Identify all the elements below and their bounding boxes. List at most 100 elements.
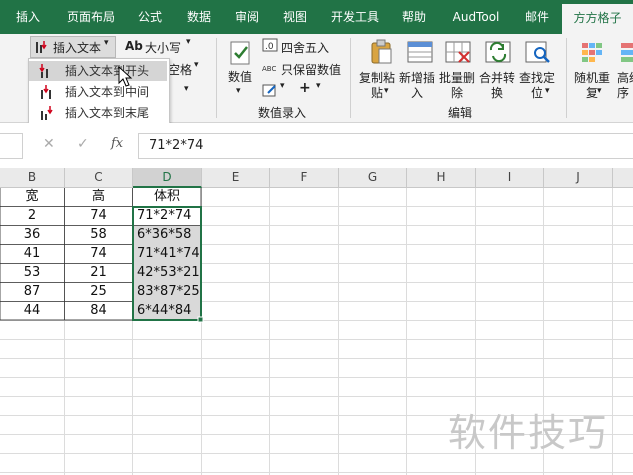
cell-c-header[interactable]: 高 (65, 187, 132, 206)
watermark-text: 软件技巧 (448, 411, 609, 455)
tab-mail[interactable]: 邮件 (514, 0, 560, 34)
numeric-icon (230, 41, 250, 65)
random-repeat-button[interactable]: 随机重 复 (574, 71, 610, 101)
round-button[interactable]: 四舍五入 (281, 39, 329, 56)
chevron-down-icon: ▾ (316, 81, 321, 91)
table-cell[interactable]: 6*36*58 (133, 225, 201, 244)
ribbon-tab-bar: 插入 页面布局 公式 数据 审阅 视图 开发工具 帮助 AudTool 邮件 方… (0, 0, 633, 34)
name-box[interactable] (0, 133, 23, 159)
batch-delete-label-line2: 除 (451, 86, 464, 100)
table-cell[interactable]: 53 (0, 263, 64, 282)
formula-content: 71*2*74 (149, 138, 204, 153)
mouse-cursor-icon (118, 66, 133, 87)
tab-insert[interactable]: 插入 (0, 0, 56, 34)
merge-convert-icon (485, 41, 511, 63)
copy-paste-label-line1: 复制粘 (359, 71, 396, 85)
table-cell[interactable]: 71*41*74 (133, 244, 201, 263)
tab-audtool[interactable]: AudTool (438, 0, 514, 34)
insert-text-button[interactable]: 插入文本 ▾ (30, 36, 116, 58)
formula-input[interactable]: 71*2*74 (138, 133, 633, 159)
chevron-down-icon: ▾ (104, 38, 109, 48)
insert-text-icon (36, 41, 47, 53)
menu-item-insert-start[interactable]: 插入文本到开头 (29, 61, 167, 81)
table-cell[interactable]: 41 (0, 244, 64, 263)
batch-delete-icon (445, 41, 471, 63)
add-insert-button[interactable]: 新增插 入 (399, 71, 435, 101)
value-entry-group-label: 数值录入 (258, 106, 307, 120)
table-cell[interactable]: 74 (65, 206, 132, 225)
group-separator (566, 38, 567, 118)
insert-start-icon (39, 64, 48, 78)
tab-review[interactable]: 审阅 (224, 0, 270, 34)
menu-item-label: 插入文本到中间 (65, 85, 150, 99)
chevron-down-icon: ▾ (384, 86, 389, 96)
tab-data[interactable]: 数据 (174, 0, 224, 34)
chevron-down-icon: ▾ (597, 86, 602, 96)
menu-item-insert-middle[interactable]: 插入文本到中间 (29, 82, 167, 102)
add-insert-label-line1: 新增插 (399, 71, 436, 85)
table-cell[interactable]: 36 (0, 225, 64, 244)
abc-icon: ABC (262, 65, 276, 73)
tab-help[interactable]: 帮助 (390, 0, 438, 34)
column-header-b[interactable]: B (0, 168, 65, 188)
table-cell[interactable]: 21 (65, 263, 132, 282)
column-header-e[interactable]: E (202, 168, 270, 188)
cancel-icon[interactable]: ✕ (43, 136, 55, 152)
copy-paste-button[interactable]: 复制粘 贴 (359, 71, 395, 101)
svg-text:ABC: ABC (262, 65, 276, 73)
menu-item-insert-end[interactable]: 插入文本到末尾 (29, 103, 167, 123)
numeric-button[interactable]: 数值 (228, 70, 252, 85)
cell-b-header[interactable]: 宽 (0, 187, 64, 206)
merge-convert-button[interactable]: 合并转 换 (479, 71, 515, 101)
tab-fangfang[interactable]: 方方格子 (562, 4, 633, 34)
chevron-down-icon: ▾ (184, 84, 189, 94)
formula-bar: ✕ ✓ fx 71*2*74 (0, 123, 633, 167)
column-header-k[interactable] (613, 168, 633, 188)
group-separator (350, 38, 351, 118)
tab-page-layout[interactable]: 页面布局 (56, 0, 126, 34)
table-cell[interactable]: 25 (65, 282, 132, 301)
round-icon: .0 (262, 38, 278, 52)
add-insert-label-line2: 入 (411, 86, 424, 100)
function-icon[interactable]: fx (111, 136, 123, 151)
chevron-down-icon: ▾ (236, 86, 241, 96)
column-header-j[interactable]: J (544, 168, 613, 188)
column-header-d[interactable]: D (133, 168, 202, 188)
cell-d-header[interactable]: 体积 (133, 187, 201, 206)
confirm-icon[interactable]: ✓ (77, 136, 89, 152)
table-cell[interactable]: 58 (65, 225, 132, 244)
column-header-c[interactable]: C (65, 168, 133, 188)
table-cell[interactable]: 83*87*25 (133, 282, 201, 301)
table-cell[interactable]: 2 (0, 206, 64, 225)
add-insert-icon (407, 41, 433, 63)
insert-text-label: 插入文本 (53, 41, 102, 55)
case-button[interactable]: 大小写 (145, 39, 181, 56)
keep-value-button[interactable]: 只保留数值 (281, 61, 341, 78)
advanced-sort-label-line2: 序 (617, 86, 630, 100)
batch-delete-button[interactable]: 批量删 除 (439, 71, 475, 101)
table-cell[interactable]: 6*44*84 (133, 301, 201, 320)
table-cell[interactable]: 84 (65, 301, 132, 320)
plus-icon[interactable]: + (299, 80, 311, 96)
find-locate-label-line1: 查找定 (519, 71, 556, 85)
tab-developer[interactable]: 开发工具 (320, 0, 390, 34)
tab-view[interactable]: 视图 (270, 0, 320, 34)
table-cell[interactable]: 42*53*21 (133, 263, 201, 282)
column-header-f[interactable]: F (270, 168, 339, 188)
table-cell[interactable]: 87 (0, 282, 64, 301)
tab-formulas[interactable]: 公式 (126, 0, 174, 34)
column-header-i[interactable]: I (476, 168, 544, 188)
merge-convert-label-line2: 换 (491, 86, 504, 100)
find-locate-icon (525, 41, 550, 63)
advanced-sort-button[interactable]: 高级 序 (617, 71, 633, 101)
merge-convert-label-line1: 合并转 (479, 71, 516, 85)
table-cell[interactable]: 74 (65, 244, 132, 263)
column-header-h[interactable]: H (407, 168, 476, 188)
advanced-sort-label-line1: 高级 (617, 71, 633, 85)
table-cell[interactable]: 44 (0, 301, 64, 320)
table-cell[interactable]: 71*2*74 (133, 206, 201, 225)
column-header-g[interactable]: G (339, 168, 407, 188)
edit-value-icon (262, 84, 276, 97)
random-repeat-label-line1: 随机重 (574, 71, 611, 85)
space-button[interactable]: 空格 (168, 61, 192, 78)
